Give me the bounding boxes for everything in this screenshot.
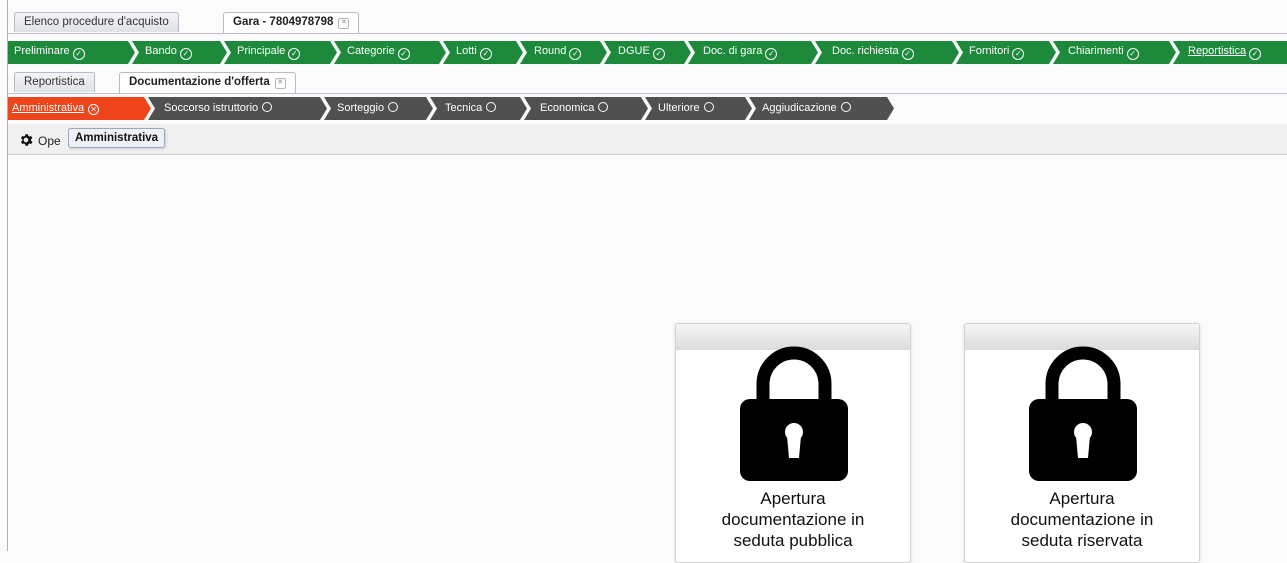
phase-label: Amministrativa [12, 102, 85, 114]
phase-aggiudicazione[interactable]: Aggiudicazione [749, 97, 894, 120]
workflow-step-reportistica[interactable]: Reportistica ✓ [1173, 41, 1287, 64]
empty-circle-icon [598, 102, 608, 112]
check-circle-icon: ✓ [73, 48, 85, 60]
workflow-step-label: Reportistica [1188, 45, 1247, 57]
phase-soccorso-istruttorio[interactable]: Soccorso istruttorio [148, 97, 327, 120]
caption-line: documentazione in [721, 510, 865, 529]
workflow-step-round[interactable]: Round ✓ [520, 41, 607, 64]
check-circle-icon: ✓ [1249, 48, 1261, 60]
tab-label: Gara - 7804978798 [233, 16, 334, 28]
caption-line: seduta riservata [1021, 531, 1143, 550]
toolbar: Ope [8, 124, 1287, 155]
phase-bar: Amministrativa ✕ Soccorso istruttorio Sor… [8, 97, 1287, 120]
tab-label: Documentazione d'offerta [129, 76, 270, 88]
tab-documentazione-offerta[interactable]: Documentazione d'offerta ✕ [119, 72, 296, 93]
close-circle-icon: ✕ [88, 104, 99, 115]
workflow-step-label: Lotti [456, 45, 477, 57]
workflow-step-label: Fornitori [969, 45, 1010, 57]
workflow-step-chiarimenti[interactable]: Chiarimenti ✓ [1053, 41, 1176, 64]
document-tabbar: Elenco procedure d'acquisto Gara - 78049… [8, 7, 1287, 34]
workflow-step-label: Doc. richiesta [832, 45, 899, 57]
workflow-step-doc-di-gara[interactable]: Doc. di gara ✓ [688, 41, 818, 64]
check-circle-icon: ✓ [902, 48, 914, 60]
check-circle-icon: ✓ [653, 48, 665, 60]
workflow-step-doc-richiesta[interactable]: Doc. richiesta ✓ [815, 41, 959, 64]
lock-icon [1029, 346, 1137, 481]
workflow-step-label: Categorie [347, 45, 395, 57]
caption-line: documentazione in [1010, 510, 1154, 529]
workflow-step-label: Doc. di gara [703, 45, 763, 57]
workflow-bar: Preliminare ✓ Bando ✓ Principale ✓ Categori… [8, 41, 1287, 64]
empty-circle-icon [262, 102, 272, 112]
check-circle-icon: ✓ [1127, 48, 1139, 60]
phase-sorteggio[interactable]: Sorteggio [324, 97, 433, 120]
workflow-step-dgue[interactable]: DGUE ✓ [604, 41, 691, 64]
phase-label: Tecnica [445, 102, 483, 114]
workflow-step-label: DGUE [618, 45, 650, 57]
tab-label: Elenco procedure d'acquisto [24, 16, 169, 28]
workflow-step-categorie[interactable]: Categorie ✓ [334, 41, 446, 64]
gear-icon[interactable] [18, 132, 34, 148]
empty-circle-icon [704, 102, 714, 112]
check-circle-icon: ✓ [765, 48, 777, 60]
tab-reportistica[interactable]: Reportistica [14, 72, 95, 92]
empty-circle-icon [486, 102, 496, 112]
workflow-step-bando[interactable]: Bando ✓ [132, 41, 227, 64]
workflow-step-preliminare[interactable]: Preliminare ✓ [8, 41, 135, 64]
phase-amministrativa[interactable]: Amministrativa ✕ [8, 97, 151, 120]
card-seduta-pubblica[interactable]: Apertura documentazione in seduta pubbli… [675, 323, 911, 563]
close-icon[interactable]: ✕ [338, 18, 350, 29]
card-seduta-riservata[interactable]: Apertura documentazione in seduta riserv… [964, 323, 1200, 563]
empty-circle-icon [388, 102, 398, 112]
caption-line: Apertura [1049, 489, 1115, 508]
tab-label: Reportistica [24, 76, 85, 88]
close-icon[interactable]: ✕ [274, 78, 286, 89]
phase-label: Aggiudicazione [762, 102, 837, 114]
tab-elenco-procedure[interactable]: Elenco procedure d'acquisto [14, 12, 179, 32]
workflow-step-label: Chiarimenti [1068, 45, 1124, 57]
workflow-step-label: Round [534, 45, 567, 57]
phase-label: Soccorso istruttorio [164, 102, 259, 114]
card-caption: Apertura documentazione in seduta pubbli… [676, 488, 910, 551]
workflow-step-lotti[interactable]: Lotti ✓ [443, 41, 523, 64]
lock-icon [740, 346, 848, 481]
check-circle-icon: ✓ [180, 48, 192, 60]
check-circle-icon: ✓ [569, 48, 581, 60]
workflow-step-principale[interactable]: Principale ✓ [224, 41, 337, 64]
card-caption: Apertura documentazione in seduta riserv… [965, 488, 1199, 551]
workflow-step-fornitori[interactable]: Fornitori ✓ [956, 41, 1056, 64]
phase-tecnica[interactable]: Tecnica [430, 97, 527, 120]
phase-label: Sorteggio [337, 102, 385, 114]
operations-menu-label[interactable]: Ope [38, 134, 61, 148]
caption-line: Apertura [760, 489, 826, 508]
phase-economica[interactable]: Economica [524, 97, 648, 120]
tab-gara[interactable]: Gara - 7804978798 ✕ [223, 12, 360, 33]
phase-label: Economica [540, 102, 595, 114]
tooltip: Amministrativa [68, 128, 166, 148]
subtab-bar: Reportistica Documentazione d'offerta ✕ [8, 71, 1287, 94]
phase-label: Ulteriore [658, 102, 700, 114]
check-circle-icon: ✓ [398, 48, 410, 60]
workflow-step-label: Principale [237, 45, 286, 57]
check-circle-icon: ✓ [480, 48, 492, 60]
caption-line: seduta pubblica [733, 531, 853, 550]
empty-circle-icon [841, 102, 851, 112]
workflow-step-label: Preliminare [14, 45, 70, 57]
check-circle-icon: ✓ [1012, 48, 1024, 60]
workflow-step-label: Bando [145, 45, 177, 57]
phase-ulteriore[interactable]: Ulteriore [645, 97, 752, 120]
check-circle-icon: ✓ [288, 48, 300, 60]
